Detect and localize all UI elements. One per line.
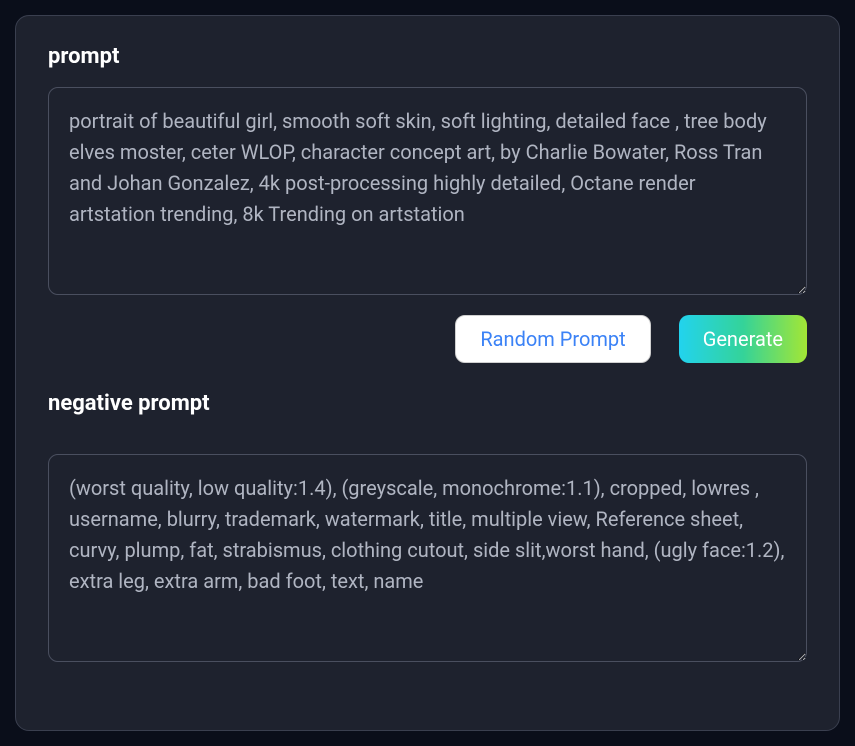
negative-prompt-label: negative prompt: [48, 391, 807, 416]
random-prompt-button[interactable]: Random Prompt: [455, 315, 650, 363]
prompt-label: prompt: [48, 44, 807, 69]
prompt-panel: prompt Random Prompt Generate negative p…: [15, 15, 840, 731]
negative-prompt-input[interactable]: [48, 454, 807, 662]
negative-section: negative prompt: [48, 391, 807, 666]
generate-button[interactable]: Generate: [679, 315, 807, 363]
button-row: Random Prompt Generate: [48, 315, 807, 363]
prompt-input[interactable]: [48, 87, 807, 295]
